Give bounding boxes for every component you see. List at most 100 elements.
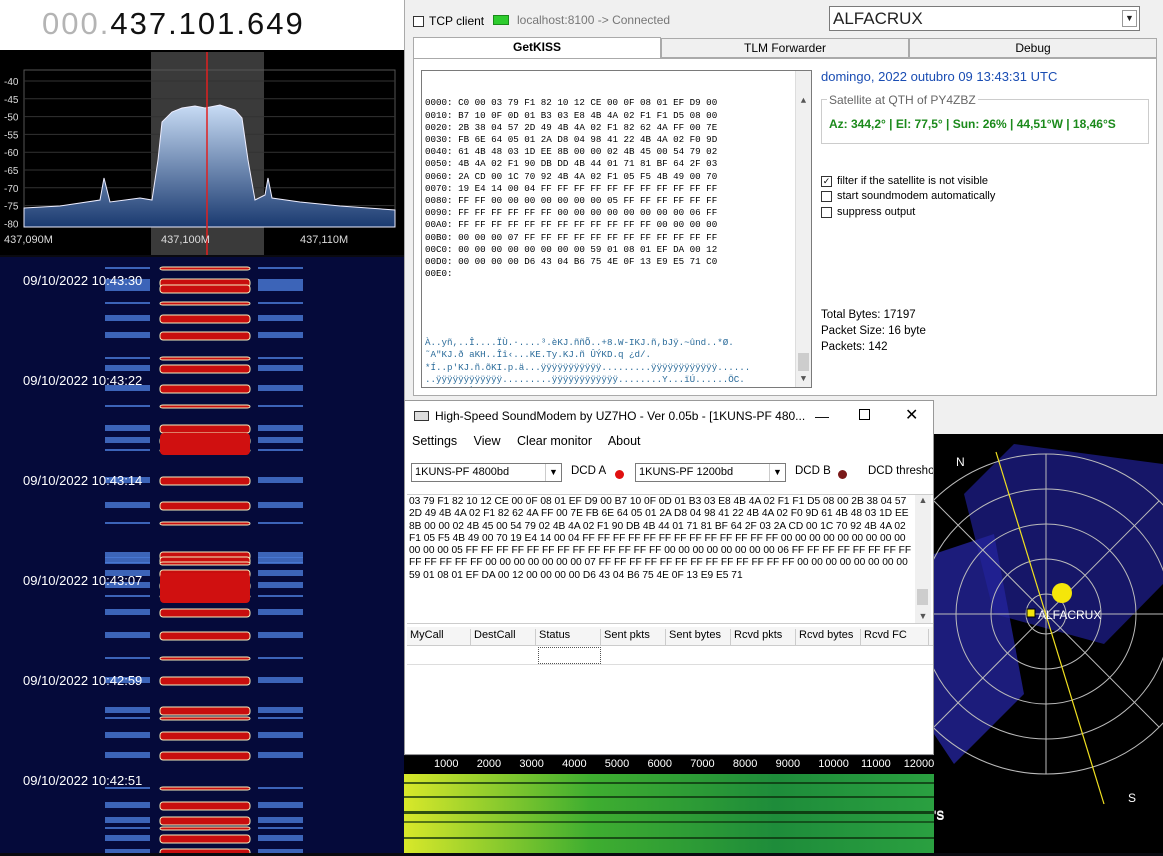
- table-row[interactable]: [407, 647, 933, 665]
- option-autostart[interactable]: start soundmodem automatically: [821, 190, 995, 202]
- satellite-select[interactable]: ALFACRUX ▼: [829, 6, 1140, 31]
- waterfall-timestamp: 09/10/2022 10:42:51: [23, 773, 143, 788]
- signal-burst: [159, 826, 251, 831]
- polar-svg: ALFACRUX N S 'S: [885, 434, 1163, 853]
- signal-burst: [159, 314, 251, 324]
- menu-about[interactable]: About: [608, 434, 641, 448]
- freq-prefix: 000.: [42, 6, 111, 41]
- ascii-line: *Í..p'KJ.ñ.õKI.p.ä...ÿÿÿÿÿÿÿÿÿÿÿ........…: [425, 361, 751, 373]
- scroll-up-icon[interactable]: ▲: [915, 495, 931, 505]
- mode-a-select[interactable]: 1KUNS-PF 4800bd ▼: [411, 463, 562, 482]
- scroll-down-icon[interactable]: ▼: [915, 611, 931, 621]
- spectrum-plot[interactable]: -40 -45 -50 -55 -60 -65 -70 -75 -80 437,090M 437…: [0, 50, 404, 255]
- sideband: [258, 717, 303, 719]
- dcd-a-led: [615, 467, 624, 481]
- menu-clear-monitor[interactable]: Clear monitor: [517, 434, 592, 448]
- sideband: [105, 802, 150, 808]
- hex-line: 0070: 19 E4 14 00 04 FF FF FF FF FF FF F…: [425, 182, 718, 194]
- scroll-thumb[interactable]: [798, 353, 809, 371]
- app-icon: [414, 411, 429, 421]
- hex-line: 0010: B7 10 0F 0D 01 B3 03 E8 4B 4A 02 F…: [425, 109, 718, 121]
- mode-b-select[interactable]: 1KUNS-PF 1200bd ▼: [635, 463, 786, 482]
- sideband: [258, 802, 303, 808]
- signal-burst: [159, 676, 251, 686]
- partial-label-bottom: 'S: [934, 808, 945, 822]
- hex-scrollbar[interactable]: ▲ ▼: [795, 71, 811, 387]
- selected-cell[interactable]: [538, 647, 601, 664]
- scroll-thumb[interactable]: [917, 589, 928, 605]
- col-destcall[interactable]: DestCall: [471, 629, 536, 645]
- col-mycall[interactable]: MyCall: [407, 629, 471, 645]
- signal-burst: [159, 301, 251, 306]
- sideband: [105, 609, 150, 615]
- suppress-checkbox[interactable]: [821, 206, 832, 218]
- menu-view[interactable]: View: [474, 434, 501, 448]
- db-label: -65: [4, 166, 19, 177]
- sideband: [258, 562, 303, 564]
- col-sent-pkts[interactable]: Sent pkts: [601, 629, 666, 645]
- waterfall-timestamp: 09/10/2022 10:43:22: [23, 373, 143, 388]
- ruler-label: 11000: [861, 758, 891, 770]
- spectrum-svg: -40 -45 -50 -55 -60 -65 -70 -75 -80 437,090M 437…: [4, 52, 396, 255]
- waterfall-timestamp: 09/10/2022 10:43:30: [23, 273, 143, 288]
- audio-waterfall[interactable]: 1000 2000 3000 4000 5000 6000 7000 8000 9000 1000…: [404, 756, 934, 853]
- close-icon[interactable]: ✕: [905, 401, 918, 431]
- col-rcvd-pkts[interactable]: Rcvd pkts: [731, 629, 796, 645]
- waterfall-timestamp: 09/10/2022 10:43:14: [23, 473, 143, 488]
- frequency-display[interactable]: 000.437.101.649: [0, 0, 404, 50]
- maximize-icon[interactable]: [859, 409, 870, 420]
- signal-burst: [159, 476, 251, 486]
- autostart-checkbox[interactable]: [821, 190, 832, 202]
- sideband: [258, 425, 303, 431]
- col-rcvd-fc[interactable]: Rcvd FC: [861, 629, 929, 645]
- scroll-up-icon[interactable]: ▲: [796, 95, 811, 107]
- ruler-label: 6000: [647, 758, 672, 770]
- option-filter[interactable]: ✓ filter if the satellite is not visible: [821, 175, 988, 187]
- total-bytes: Total Bytes: 17197: [821, 309, 916, 321]
- menu-settings[interactable]: Settings: [412, 434, 457, 448]
- signal-burst: [159, 561, 251, 566]
- sideband: [105, 827, 150, 829]
- packet-size: Packet Size: 16 byte: [821, 325, 926, 337]
- monitor-scrollbar[interactable]: ▲ ▼: [915, 495, 931, 623]
- dcd-b-label: DCD B: [795, 465, 831, 477]
- tcp-client-checkbox[interactable]: [413, 16, 424, 28]
- south-label: S: [1128, 791, 1136, 805]
- sideband: [258, 267, 303, 269]
- signal-burst: [159, 521, 251, 526]
- monitor-text[interactable]: 03 79 F1 82 10 12 CE 00 0F 08 01 EF D9 0…: [407, 494, 933, 624]
- chevron-down-icon[interactable]: ▼: [769, 464, 785, 481]
- col-status[interactable]: Status: [536, 629, 601, 645]
- hex-line: 0000: C0 00 03 79 F1 82 10 12 CE 00 0F 0…: [425, 97, 718, 109]
- sideband: [105, 332, 150, 338]
- tab-tlm-forwarder[interactable]: TLM Forwarder: [661, 38, 909, 58]
- waterfall-timestamp: 09/10/2022 10:42:59: [23, 673, 143, 688]
- db-label: -40: [4, 77, 19, 88]
- tcp-client-option[interactable]: TCP client: [413, 14, 484, 28]
- scroll-down-icon[interactable]: ▼: [796, 373, 811, 385]
- waterfall-timestamp: 09/10/2022 10:43:07: [23, 573, 143, 588]
- tab-debug[interactable]: Debug: [909, 38, 1157, 58]
- dcd-a-label: DCD A: [571, 465, 607, 477]
- hex-line: 0020: 2B 38 04 57 2D 49 4B 4A 02 F1 82 6…: [425, 121, 718, 133]
- waterfall-display[interactable]: 09/10/2022 10:43:30 09/10/2022 10:43:22 …: [0, 257, 404, 853]
- hex-dump-box[interactable]: 0000: C0 00 03 79 F1 82 10 12 CE 00 0F 0…: [421, 70, 812, 388]
- connections-table-header: MyCall DestCall Status Sent pkts Sent by…: [407, 627, 933, 646]
- tab-getkiss[interactable]: GetKISS: [413, 37, 661, 59]
- ruler-label: 2000: [476, 758, 502, 770]
- minimize-icon[interactable]: —: [815, 401, 829, 431]
- qth-group-title: Satellite at QTH of PY4ZBZ: [827, 93, 978, 107]
- db-label: -70: [4, 184, 19, 195]
- sideband: [258, 332, 303, 338]
- title-bar[interactable]: High-Speed SoundModem by UZ7HO - Ver 0.0…: [405, 401, 933, 431]
- filter-checkbox[interactable]: ✓: [821, 175, 832, 187]
- mode-b-value: 1KUNS-PF 1200bd: [639, 466, 734, 478]
- bg-window-strip: [934, 400, 1163, 434]
- col-rcvd-bytes[interactable]: Rcvd bytes: [796, 629, 861, 645]
- col-sent-bytes[interactable]: Sent bytes: [666, 629, 731, 645]
- sideband: [258, 752, 303, 758]
- chevron-down-icon[interactable]: ▼: [545, 464, 561, 481]
- chevron-down-icon[interactable]: ▼: [1122, 10, 1137, 27]
- option-suppress[interactable]: suppress output: [821, 206, 915, 218]
- ruler-label: 5000: [604, 758, 630, 770]
